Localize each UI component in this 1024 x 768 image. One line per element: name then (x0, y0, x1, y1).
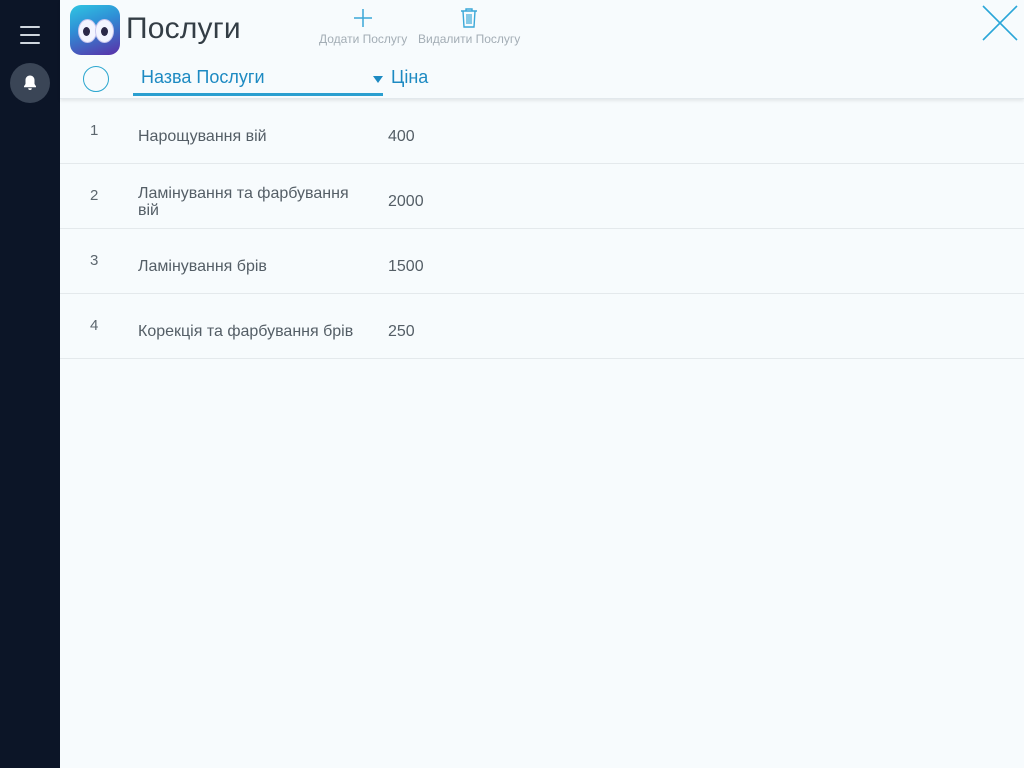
row-service-name: Ламінування та фарбування вій (138, 185, 349, 219)
logo-eye-right (95, 19, 114, 43)
row-price: 2000 (388, 193, 424, 210)
row-price: 1500 (388, 258, 424, 275)
bell-icon (24, 75, 36, 90)
close-icon (982, 5, 1018, 41)
table-row[interactable]: 1 Нарощування вій 400 (60, 99, 1024, 164)
select-all-checkbox[interactable] (83, 66, 109, 92)
table-row[interactable]: 4 Корекція та фарбування брів 250 (60, 294, 1024, 359)
row-number: 4 (90, 317, 99, 334)
table-row[interactable]: 3 Ламінування брів 1500 (60, 229, 1024, 294)
row-number: 2 (90, 187, 99, 204)
row-service-name: Нарощування вій (138, 128, 267, 145)
header: Послуги Додати Послугу Видалити Послугу … (60, 0, 1024, 99)
notifications-button[interactable] (10, 63, 50, 103)
table-row[interactable]: 2 Ламінування та фарбування вій 2000 (60, 164, 1024, 229)
add-service-button[interactable]: Додати Послугу (319, 4, 407, 46)
trash-icon (461, 8, 478, 28)
row-price: 400 (388, 128, 415, 145)
row-service-name: Корекція та фарбування брів (138, 323, 354, 340)
row-price: 250 (388, 323, 415, 340)
close-button[interactable] (982, 5, 1018, 41)
hamburger-menu-icon[interactable] (20, 26, 40, 44)
services-table: 1 Нарощування вій 400 2 Ламінування та ф… (60, 99, 1024, 359)
column-header-price[interactable]: Ціна (391, 67, 428, 88)
delete-service-button[interactable]: Видалити Послугу (418, 4, 520, 46)
sidebar (0, 0, 60, 768)
delete-service-label: Видалити Послугу (418, 32, 521, 46)
row-service-name: Ламінування брів (138, 258, 267, 275)
page-title: Послуги (126, 12, 241, 45)
column-name-label: Назва Послуги (141, 67, 265, 87)
plus-icon (354, 9, 373, 27)
triangle-down-icon[interactable] (373, 76, 383, 84)
add-service-label: Додати Послугу (319, 32, 408, 46)
row-number: 1 (90, 122, 99, 139)
column-header-name[interactable]: Назва Послуги (133, 62, 383, 96)
row-number: 3 (90, 252, 99, 269)
app-logo (70, 5, 120, 55)
